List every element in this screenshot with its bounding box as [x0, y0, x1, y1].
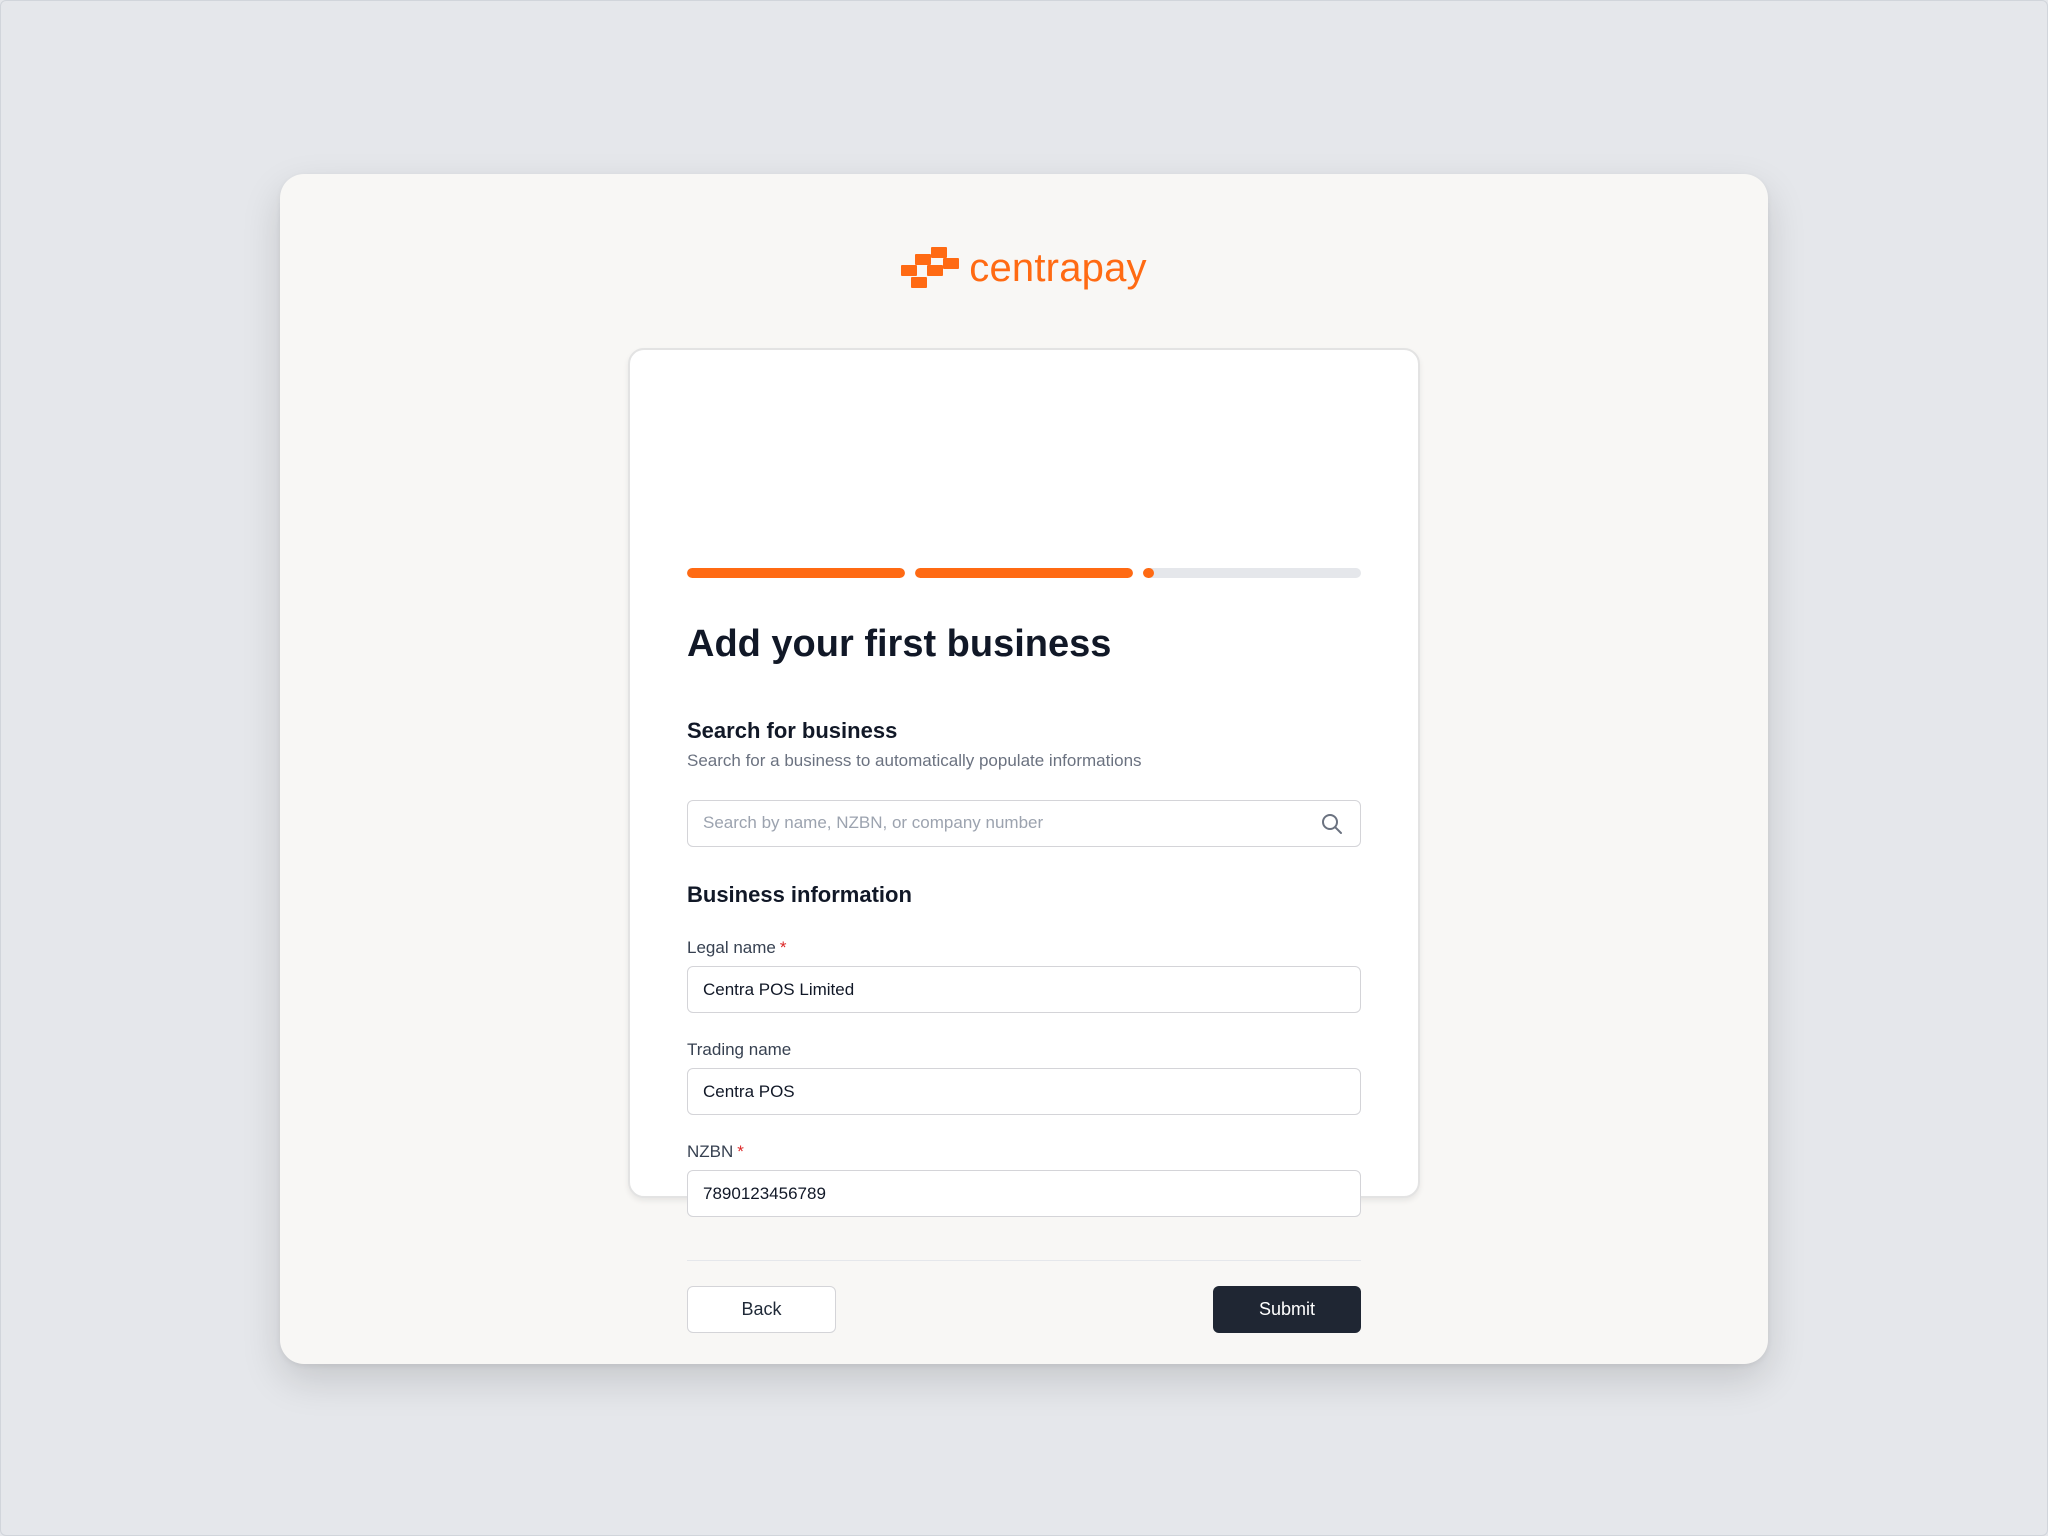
progress-step-2-fill: [915, 568, 1133, 578]
brand-header: centrapay: [280, 246, 1768, 290]
footer-divider: [687, 1260, 1361, 1261]
progress-bar: [687, 568, 1361, 578]
add-business-card: Add your first business Search for busin…: [628, 348, 1420, 1333]
required-marker: *: [737, 1142, 744, 1161]
progress-step-3-fill: [1143, 568, 1154, 578]
page-title: Add your first business: [687, 623, 1112, 665]
search-icon[interactable]: [1320, 812, 1344, 836]
legal-name-field[interactable]: [687, 966, 1361, 1013]
nzbn-field[interactable]: [687, 1170, 1361, 1217]
legal-name-label-text: Legal name: [687, 938, 776, 957]
progress-step-1: [687, 568, 905, 578]
progress-step-3: [1143, 568, 1361, 578]
onboarding-panel: centrapay Add your first business Search…: [280, 174, 1768, 1364]
trading-name-label: Trading name: [687, 1039, 791, 1061]
legal-name-label: Legal name *: [687, 937, 786, 959]
search-section-description: Search for a business to automatically p…: [687, 751, 1142, 770]
progress-step-1-fill: [687, 568, 905, 578]
business-info-section-title: Business information: [687, 882, 912, 907]
business-search: [687, 800, 1361, 847]
back-button[interactable]: Back: [687, 1286, 836, 1333]
business-search-input[interactable]: [703, 801, 1303, 845]
trading-name-field[interactable]: [687, 1068, 1361, 1115]
nzbn-label: NZBN *: [687, 1141, 744, 1163]
centrapay-logo-icon: [901, 247, 960, 289]
required-marker: *: [779, 938, 787, 957]
search-section-title: Search for business: [687, 718, 898, 743]
submit-button[interactable]: Submit: [1213, 1286, 1361, 1333]
nzbn-label-text: NZBN: [687, 1142, 734, 1161]
brand-name: centrapay: [969, 246, 1147, 290]
progress-step-2: [915, 568, 1133, 578]
trading-name-label-text: Trading name: [687, 1040, 792, 1059]
